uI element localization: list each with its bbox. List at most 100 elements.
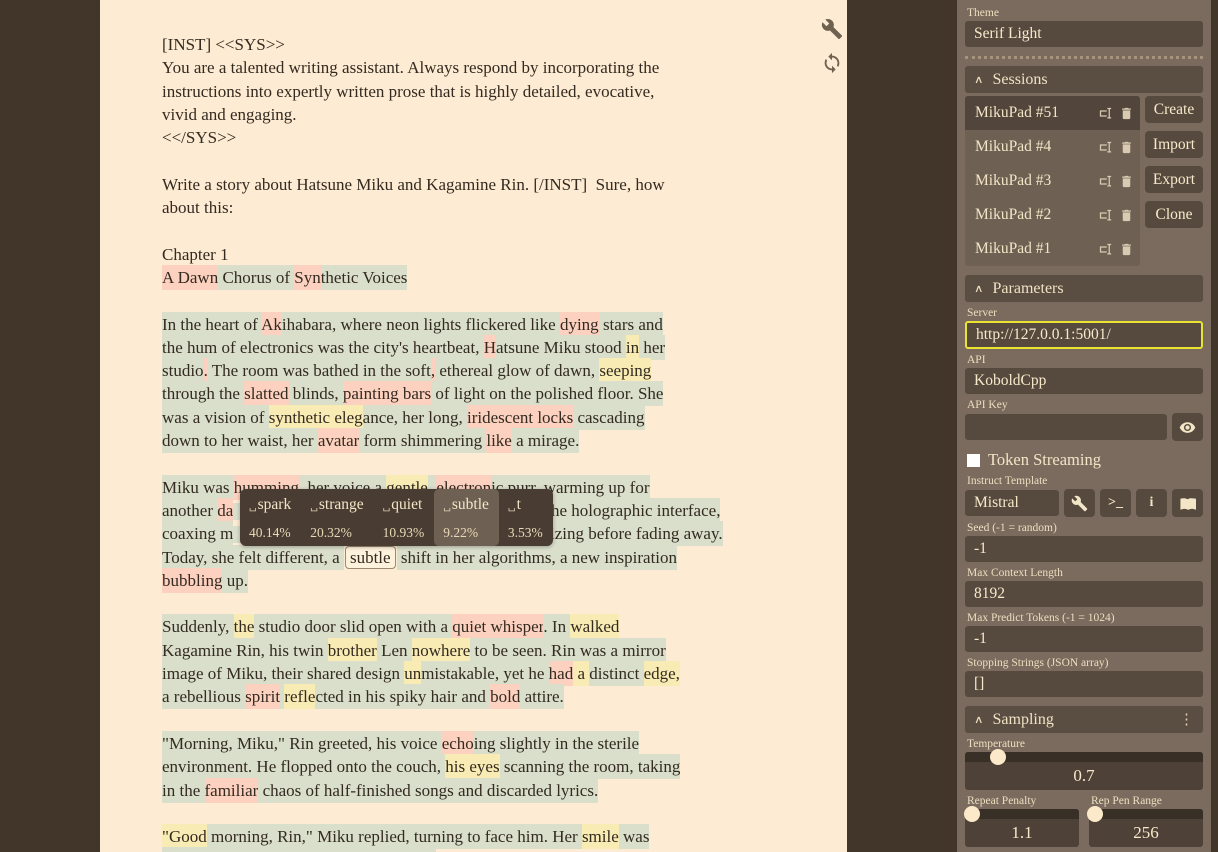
token-span: spirit: [245, 684, 280, 709]
token-span: ethereal glow of dawn,: [435, 358, 599, 383]
token-streaming-toggle[interactable]: Token Streaming: [967, 450, 1203, 470]
terminal-button[interactable]: >_: [1100, 489, 1131, 517]
prompt-text[interactable]: [INST] <<SYS>>You are a talented writing…: [162, 33, 787, 852]
token-span: atsune Miku stood: [496, 335, 626, 360]
chevron-up-icon: ∧: [974, 282, 984, 295]
trash-icon[interactable]: [1119, 242, 1134, 257]
trash-icon[interactable]: [1119, 106, 1134, 121]
token-span: Write a story about Hatsune Miku and Kag…: [162, 175, 665, 194]
session-item[interactable]: MikuPad #2: [965, 198, 1140, 232]
token-span: Kagamine Rin, his twin: [162, 638, 328, 663]
instruct-template-select[interactable]: Mistral: [965, 490, 1059, 516]
edit-template-button[interactable]: [1064, 489, 1095, 517]
token-span: stars and: [599, 312, 663, 337]
api-select[interactable]: KoboldCpp: [965, 368, 1203, 394]
candidate-token: ␣t: [508, 496, 543, 514]
rename-icon[interactable]: [1098, 242, 1113, 257]
rename-icon[interactable]: [1098, 140, 1113, 155]
token-span: H: [484, 335, 496, 360]
paragraph: "Morning, Miku," Rin greeted, his voice …: [162, 732, 787, 802]
import-session-button[interactable]: Import: [1145, 131, 1203, 158]
stopping-strings-input[interactable]: [965, 671, 1203, 697]
token-span: image of Miku, their shared design: [162, 661, 404, 686]
space-marker-icon: ␣: [383, 501, 391, 512]
info-button[interactable]: i: [1136, 489, 1167, 517]
seed-input[interactable]: [965, 536, 1203, 562]
space-marker-icon: ␣: [310, 501, 318, 512]
theme-select[interactable]: Serif Light: [965, 21, 1203, 47]
text-line: about this:: [162, 196, 787, 219]
text-line: bubbling up.: [162, 569, 787, 592]
rename-icon[interactable]: [1098, 208, 1113, 223]
wrench-icon[interactable]: [821, 18, 843, 40]
text-line: Today, she felt different, a subtle shif…: [162, 546, 787, 569]
token-streaming-checkbox[interactable]: [967, 454, 980, 467]
token-candidate[interactable]: ␣spark40.14%: [240, 489, 301, 546]
reveal-api-key-button[interactable]: [1172, 413, 1203, 441]
text-line: instructions into expertly written prose…: [162, 80, 787, 103]
sessions-section-header[interactable]: ∧ Sessions: [965, 66, 1203, 93]
text-line: "Good morning, Rin," Miku replied, turni…: [162, 825, 787, 848]
text-line: Chapter 1: [162, 243, 787, 266]
paragraph: Write a story about Hatsune Miku and Kag…: [162, 173, 787, 220]
candidate-token: ␣quiet: [383, 496, 425, 514]
token-span: echo: [442, 731, 474, 756]
token-span: instructions into expertly written prose…: [162, 82, 654, 101]
token-span: A: [162, 265, 178, 290]
session-item[interactable]: MikuPad #51: [965, 96, 1140, 130]
token-span: through the: [162, 381, 244, 406]
api-key-input[interactable]: [965, 414, 1167, 440]
temperature-slider[interactable]: 0.7: [965, 752, 1203, 790]
token-span: down to her waist, her: [162, 428, 318, 453]
regenerate-icon[interactable]: [821, 52, 843, 74]
eye-icon: [1179, 419, 1196, 436]
token-candidate[interactable]: ␣subtle9.22%: [434, 489, 499, 546]
token-span: vivid and engaging.: [162, 105, 297, 124]
token-span: morning, Rin," Miku replied, turning to …: [207, 824, 582, 849]
token-span: a rebellious: [162, 684, 245, 709]
token-span: edge,: [644, 661, 680, 686]
trash-icon[interactable]: [1119, 174, 1134, 189]
sampling-menu-icon[interactable]: ⋮: [1179, 710, 1194, 729]
token-span: cted in his spiky hair and: [315, 684, 490, 709]
token-span: up.: [222, 568, 248, 593]
session-name: MikuPad #1: [975, 240, 1092, 258]
token-span: iridescent locks: [467, 405, 573, 430]
trash-icon[interactable]: [1119, 140, 1134, 155]
text-line: You are a talented writing assistant. Al…: [162, 56, 787, 79]
session-item[interactable]: MikuPad #4: [965, 130, 1140, 164]
token-candidate[interactable]: ␣t3.53%: [499, 489, 553, 546]
token-candidate[interactable]: ␣strange20.32%: [301, 489, 373, 546]
token-span: mistakable, yet he: [421, 661, 548, 686]
trash-icon[interactable]: [1119, 208, 1134, 223]
session-item[interactable]: MikuPad #1: [965, 232, 1140, 266]
parameters-section-header[interactable]: ∧ Parameters: [965, 275, 1203, 302]
repeat-penalty-value: 1.1: [965, 819, 1079, 847]
slider-thumb[interactable]: [1087, 806, 1103, 822]
rename-icon[interactable]: [1098, 106, 1113, 121]
max-context-input[interactable]: [965, 581, 1203, 607]
rep-pen-range-slider[interactable]: 256: [1089, 809, 1203, 847]
export-session-button[interactable]: Export: [1145, 166, 1203, 193]
candidate-probability: 9.22%: [443, 525, 489, 541]
temperature-value: 0.7: [965, 762, 1203, 790]
session-name: MikuPad #51: [975, 104, 1092, 122]
prompt-editor[interactable]: [INST] <<SYS>>You are a talented writing…: [100, 0, 847, 852]
rename-icon[interactable]: [1098, 174, 1113, 189]
sampling-section-header[interactable]: ∧ Sampling ⋮: [965, 706, 1203, 733]
token-candidate[interactable]: ␣quiet10.93%: [374, 489, 435, 546]
create-session-button[interactable]: Create: [1145, 96, 1203, 123]
repeat-penalty-slider[interactable]: 1.1: [965, 809, 1079, 847]
memory-button[interactable]: [1172, 489, 1203, 517]
token-span: Syn: [294, 265, 320, 290]
session-item[interactable]: MikuPad #3: [965, 164, 1140, 198]
server-input[interactable]: [965, 321, 1203, 349]
candidate-probability: 40.14%: [249, 525, 291, 541]
max-predict-input[interactable]: [965, 626, 1203, 652]
token-span: un: [404, 661, 421, 686]
candidate-token: ␣strange: [310, 496, 363, 514]
slider-thumb[interactable]: [964, 806, 980, 822]
hovered-token[interactable]: subtle: [345, 546, 396, 569]
clone-session-button[interactable]: Clone: [1145, 201, 1203, 228]
chevron-up-icon: ∧: [974, 713, 984, 726]
